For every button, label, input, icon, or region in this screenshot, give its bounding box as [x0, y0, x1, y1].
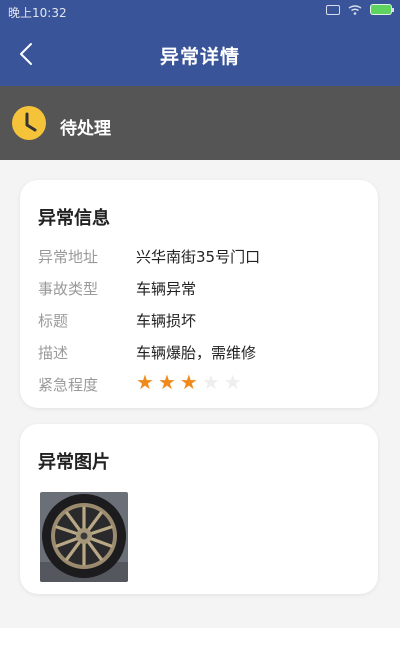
wifi-icon: [348, 4, 362, 15]
star-empty-icon: ★: [201, 370, 220, 394]
info-row-value: 车辆损坏: [136, 312, 197, 330]
status-strip: 待处理: [0, 86, 400, 160]
status-bar: 晚上10:32: [0, 0, 400, 24]
info-row-value: 兴华南街35号门口: [136, 248, 261, 266]
notification-icon: [326, 4, 340, 15]
info-row-value: 车辆爆胎，需维修: [136, 344, 257, 362]
clock-icon: [12, 106, 46, 140]
image-card-title: 异常图片: [38, 452, 110, 473]
image-card: 异常图片: [20, 424, 378, 594]
page-title: 异常详情: [159, 46, 240, 68]
info-row-label: 事故类型: [38, 280, 99, 298]
info-row-label: 标题: [38, 312, 69, 330]
info-row-label: 异常地址: [38, 248, 99, 266]
info-row-label: 紧急程度: [38, 376, 99, 394]
battery-icon: [370, 4, 394, 15]
bottom-area: [0, 628, 400, 672]
star-filled-icon: ★: [157, 370, 176, 394]
exception-photo-thumbnail[interactable]: [40, 492, 128, 582]
info-card-title: 异常信息: [38, 208, 110, 229]
star-filled-icon: ★: [179, 370, 198, 394]
info-card: 异常信息 异常地址 兴华南街35号门口 事故类型 车辆异常 标题 车辆损坏 描述…: [20, 180, 378, 408]
star-empty-icon: ★: [223, 370, 242, 394]
info-row-label: 描述: [38, 344, 69, 362]
status-time: 晚上10:32: [8, 6, 67, 20]
header-bar: 异常详情: [0, 24, 400, 86]
status-icons: [326, 4, 394, 15]
info-row-value: 车辆异常: [136, 280, 197, 298]
star-filled-icon: ★: [136, 370, 154, 394]
status-label: 待处理: [60, 119, 111, 139]
urgency-rating: ★ ★ ★ ★ ★: [136, 372, 242, 392]
wheel-photo: [40, 492, 128, 582]
